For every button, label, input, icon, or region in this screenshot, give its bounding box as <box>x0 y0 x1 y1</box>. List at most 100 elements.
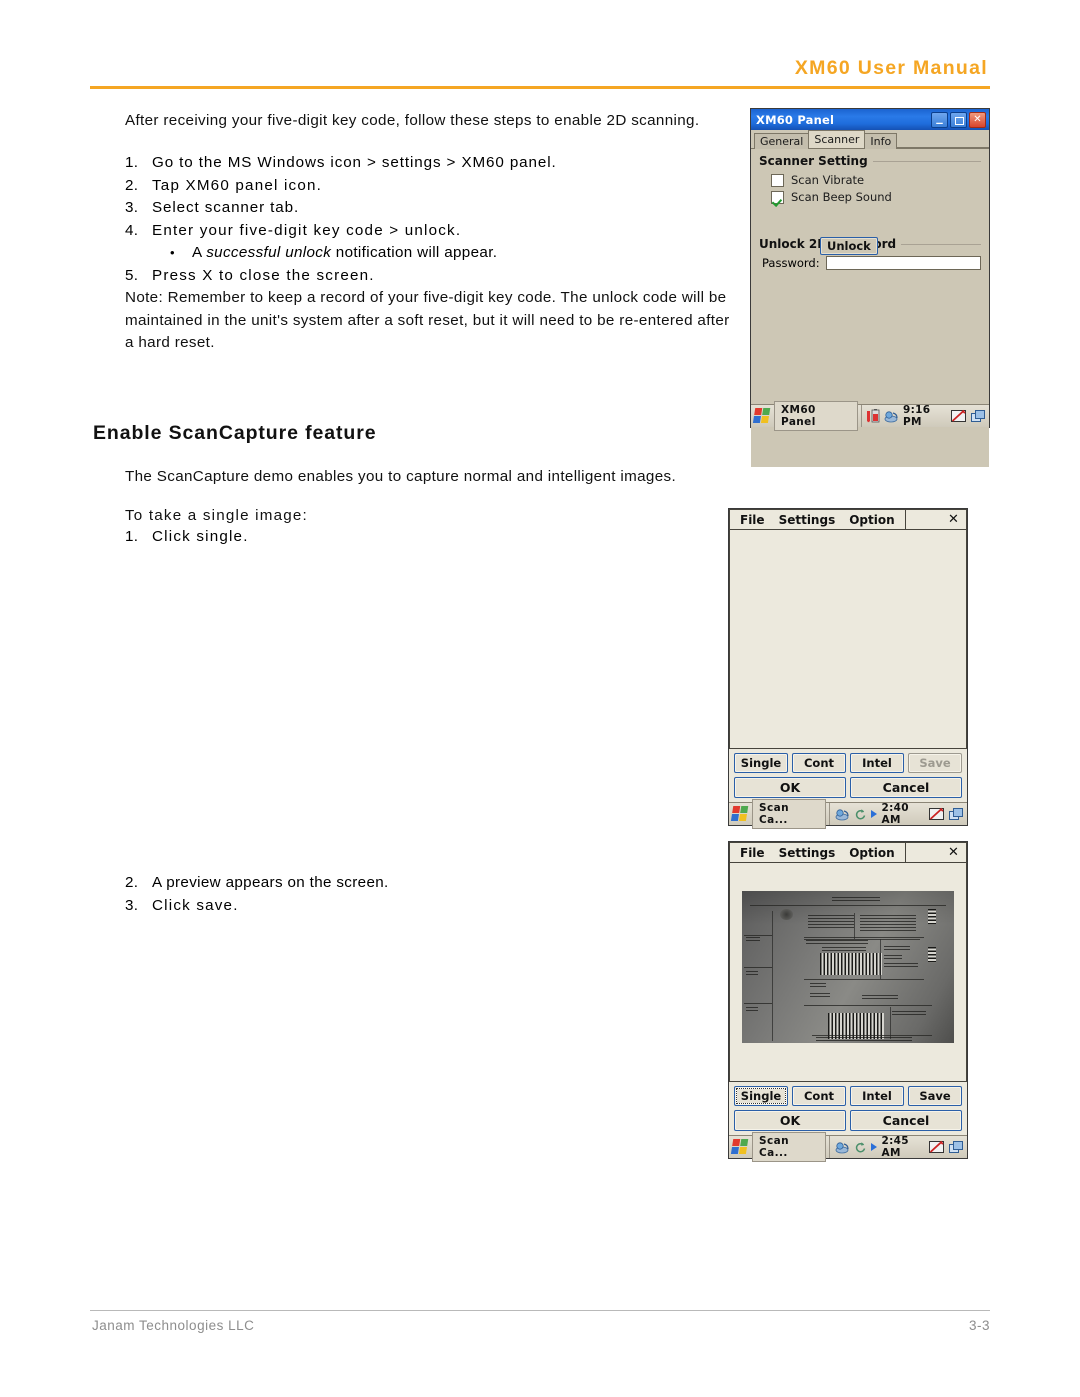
step-number: 1. <box>125 154 139 171</box>
tab-info[interactable]: Info <box>864 133 898 149</box>
scan-vibrate-checkbox[interactable] <box>771 173 784 187</box>
password-input[interactable] <box>825 256 981 270</box>
preview-cat-label <box>810 993 830 998</box>
switch-windows-icon[interactable] <box>949 807 964 821</box>
scan-beep-sound-checkbox[interactable] <box>771 190 784 204</box>
sc2-close-icon[interactable]: ✕ <box>941 842 967 863</box>
preview-barcode-4 <box>928 947 936 963</box>
preview-rule <box>804 937 924 938</box>
single-image-steps-list: 1. Click single. <box>125 526 249 549</box>
sc1-intel-button[interactable]: Intel <box>850 753 904 773</box>
step-text: Go to the MS Windows icon > settings > X… <box>152 154 557 171</box>
network-connection-icon[interactable] <box>884 410 899 423</box>
sc2-ok-button[interactable]: OK <box>734 1110 846 1131</box>
input-panel-pen-icon[interactable] <box>929 807 945 821</box>
windows-start-icon[interactable] <box>730 806 751 822</box>
scan-beep-sound-row[interactable]: Scan Beep Sound <box>771 190 981 204</box>
section-description: The ScanCapture demo enables you to capt… <box>125 468 677 485</box>
sc2-system-tray: 2:45 AM <box>828 1135 964 1159</box>
sc1-system-tray: 2:40 AM <box>828 802 964 826</box>
scancapture-window-1-screenshot: File Settings Option ✕ Single Cont Intel… <box>728 508 968 829</box>
preview-rule <box>812 1035 932 1036</box>
enable-2d-steps-list: 1. Go to the MS Windows icon > settings … <box>125 152 557 287</box>
sc2-single-button[interactable]: Single <box>734 1086 788 1106</box>
windows-start-icon[interactable] <box>752 408 773 424</box>
preview-divider <box>880 939 881 979</box>
sc1-menu-file[interactable]: File <box>740 513 765 527</box>
sc2-taskbar-task-button[interactable]: Scan Ca... <box>752 1132 826 1162</box>
sync-icon[interactable] <box>854 808 866 820</box>
sc2-cancel-button[interactable]: Cancel <box>850 1110 962 1131</box>
input-panel-pen-icon[interactable] <box>951 409 967 423</box>
scan-vibrate-row[interactable]: Scan Vibrate <box>771 173 981 187</box>
maximize-icon[interactable] <box>950 111 967 128</box>
unlock-button[interactable]: Unlock <box>820 237 878 255</box>
preview-rule <box>750 905 946 906</box>
sc1-menu-settings[interactable]: Settings <box>779 513 836 527</box>
sync-icon[interactable] <box>854 1141 866 1153</box>
preview-field-1 <box>884 946 910 950</box>
page-header: XM60 User Manual <box>90 57 990 89</box>
system-tray: 9:16 PM <box>860 404 986 428</box>
sc1-menu-group: File Settings Option <box>729 509 906 530</box>
network-connection-icon[interactable] <box>835 1141 850 1154</box>
sc1-cont-button[interactable]: Cont <box>792 753 846 773</box>
preview-signature <box>862 995 898 1001</box>
tab-general[interactable]: General <box>754 133 810 149</box>
preview-footer-text <box>816 1037 912 1041</box>
sc1-ok-button[interactable]: OK <box>734 777 846 798</box>
preview-field-4 <box>892 1011 926 1015</box>
intro-paragraph: After receiving your five-digit key code… <box>125 112 700 129</box>
preview-rule <box>744 967 772 968</box>
sc2-cont-button[interactable]: Cont <box>792 1086 846 1106</box>
step-text: Tap XM60 panel icon. <box>152 176 323 194</box>
sc2-dialog-buttons: OK Cancel <box>729 1108 967 1135</box>
switch-windows-icon[interactable] <box>971 409 986 423</box>
switch-windows-icon[interactable] <box>949 1140 964 1154</box>
sc1-image-canvas[interactable] <box>729 530 967 749</box>
preview-side-text-2 <box>746 971 758 975</box>
preview-barcode-3 <box>928 909 936 925</box>
step-text: Select scanner tab. <box>152 199 300 216</box>
battery-warning-icon[interactable] <box>866 409 880 423</box>
minimize-icon[interactable]: _ <box>931 111 948 128</box>
network-connection-icon[interactable] <box>835 808 850 821</box>
play-arrow-icon[interactable] <box>870 809 878 819</box>
preview-barcode-1 <box>820 953 882 975</box>
preview-divider <box>854 913 855 939</box>
preview-rule <box>744 1003 772 1004</box>
step-number: 4. <box>125 221 139 239</box>
list-item: 3. Click save. <box>125 895 389 918</box>
xm60-window-title: XM60 Panel <box>756 112 835 127</box>
preview-left-edge <box>772 911 773 1041</box>
step-number: 3. <box>125 896 139 914</box>
taskbar-task-button[interactable]: XM60 Panel <box>774 401 858 431</box>
xm60-titlebar: XM60 Panel _ ✕ <box>751 109 989 130</box>
note-paragraph: Note: Remember to keep a record of your … <box>125 289 730 351</box>
footer-divider <box>90 1310 990 1311</box>
sc2-taskbar: Scan Ca... 2:45 AM <box>729 1132 967 1162</box>
sc2-menu-file[interactable]: File <box>740 846 765 860</box>
sc2-image-canvas[interactable] <box>729 863 967 1082</box>
close-icon[interactable]: ✕ <box>969 111 986 128</box>
input-panel-pen-icon[interactable] <box>929 1140 945 1154</box>
password-label: Password: <box>762 256 820 270</box>
sc2-save-button[interactable]: Save <box>908 1086 962 1106</box>
list-item: 5. Press X to close the screen. <box>125 265 557 288</box>
play-arrow-icon[interactable] <box>870 1142 878 1152</box>
sc1-cancel-button[interactable]: Cancel <box>850 777 962 798</box>
sc1-close-icon[interactable]: ✕ <box>941 509 967 530</box>
list-item: 1. Click single. <box>125 526 249 549</box>
step-number: 1. <box>125 528 139 545</box>
sc2-intel-button[interactable]: Intel <box>850 1086 904 1106</box>
sc1-menu-option[interactable]: Option <box>849 513 894 527</box>
sc1-dialog-buttons: OK Cancel <box>729 775 967 802</box>
sc1-taskbar-clock: 2:40 AM <box>881 802 909 826</box>
sc1-single-button[interactable]: Single <box>734 753 788 773</box>
password-row: Password: <box>762 256 981 270</box>
tab-scanner[interactable]: Scanner <box>808 130 866 148</box>
sc1-taskbar-task-button[interactable]: Scan Ca... <box>752 799 826 829</box>
sc2-menu-settings[interactable]: Settings <box>779 846 836 860</box>
windows-start-icon[interactable] <box>730 1139 751 1155</box>
sc2-menu-option[interactable]: Option <box>849 846 894 860</box>
